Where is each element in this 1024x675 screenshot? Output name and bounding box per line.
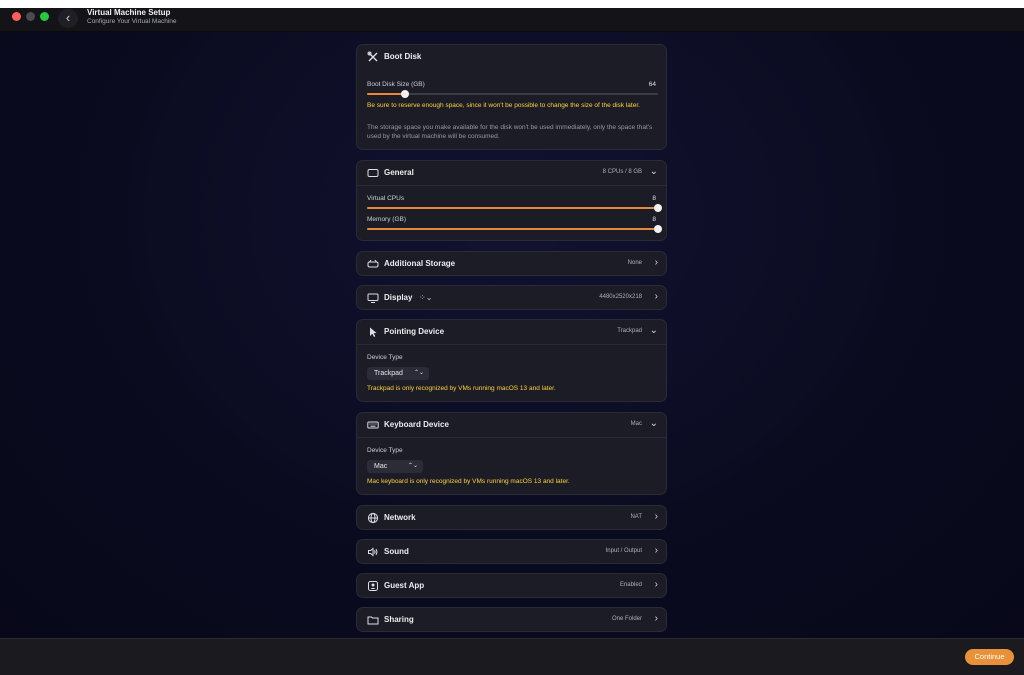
virtual-cpus-slider[interactable] xyxy=(367,204,662,212)
top-strip xyxy=(0,0,1024,8)
settings-content: Boot Disk Boot Disk Size (GB) 64 Be sure… xyxy=(0,32,1024,638)
chevron-left-icon: ‹ xyxy=(65,10,71,25)
sound-summary: Input / Output xyxy=(605,548,642,554)
sound-title: Sound xyxy=(384,547,409,556)
folder-icon xyxy=(367,614,379,626)
guest-app-header[interactable]: Guest App Enabled › xyxy=(357,574,666,598)
boot-disk-header: Boot Disk xyxy=(357,45,666,69)
keyboard-device-header[interactable]: Keyboard Device Mac ⌄ xyxy=(357,413,666,438)
memory-label: Memory (GB) xyxy=(367,216,406,223)
chevron-down-icon: ⌄ xyxy=(649,166,658,177)
virtual-cpus-value: 8 xyxy=(652,195,656,202)
chevron-down-icon: ⌄ xyxy=(649,418,658,429)
sharing-title: Sharing xyxy=(384,615,414,624)
network-summary: NAT xyxy=(630,514,642,520)
sharing-summary: One Folder xyxy=(611,616,642,622)
pointing-device-summary: Trackpad xyxy=(617,328,642,334)
additional-storage-header[interactable]: Additional Storage None › xyxy=(357,252,666,276)
guest-app-title: Guest App xyxy=(384,581,425,590)
continue-button[interactable]: Continue xyxy=(965,649,1014,665)
updown-icon: ⌃⌄ xyxy=(413,370,424,376)
keyboard-device-title: Keyboard Device xyxy=(384,420,449,429)
display-summary: 4480x2520x218 xyxy=(599,294,642,300)
boot-disk-size-slider[interactable] xyxy=(367,90,658,98)
chevron-down-icon: ⌄ xyxy=(649,325,658,336)
keyboard-device-type-select[interactable]: Mac ⌃⌄ xyxy=(367,460,423,473)
slider-knob[interactable] xyxy=(654,204,662,212)
guest-app-icon xyxy=(367,580,379,592)
pointing-device-type-select[interactable]: Trackpad ⌃⌄ xyxy=(367,367,429,380)
sound-header[interactable]: Sound Input / Output › xyxy=(357,540,666,564)
pointing-device-type-label: Device Type xyxy=(367,354,403,361)
globe-icon xyxy=(367,512,379,524)
drive-icon xyxy=(367,258,379,270)
minimize-window-button[interactable] xyxy=(26,12,35,21)
pointing-device-header[interactable]: Pointing Device Trackpad ⌄ xyxy=(357,320,666,345)
window-title: Virtual Machine Setup xyxy=(87,8,171,17)
additional-storage-title: Additional Storage xyxy=(384,259,456,268)
boot-disk-warning: Be sure to reserve enough space, since i… xyxy=(367,102,640,109)
chevron-right-icon: › xyxy=(654,613,658,624)
slider-fill xyxy=(367,93,405,95)
guest-app-card[interactable]: Guest App Enabled › xyxy=(356,573,667,598)
chevron-right-icon: › xyxy=(654,291,658,302)
network-card[interactable]: Network NAT › xyxy=(356,505,667,530)
memory-value: 8 xyxy=(652,216,656,223)
keyboard-icon xyxy=(367,419,379,431)
boot-disk-size-value: 64 xyxy=(648,81,656,88)
display-title: Display xyxy=(384,293,413,302)
tools-icon xyxy=(367,51,379,63)
boot-disk-note: The storage space you make available for… xyxy=(367,124,653,140)
footer-bar: Continue xyxy=(0,638,1024,675)
keyboard-device-card: Keyboard Device Mac ⌄ Device Type Mac ⌃⌄… xyxy=(356,412,667,495)
general-header[interactable]: General 8 CPUs / 8 GB ⌄ xyxy=(357,161,666,186)
sparkle-icon: ⁘⌄ xyxy=(419,293,433,302)
keyboard-device-type-label: Device Type xyxy=(367,447,403,454)
updown-icon: ⌃⌄ xyxy=(407,463,418,469)
back-button[interactable]: ‹ xyxy=(58,9,78,28)
close-window-button[interactable] xyxy=(12,12,21,21)
speaker-icon xyxy=(367,546,379,558)
boot-disk-size-label: Boot Disk Size (GB) xyxy=(367,81,425,88)
chevron-right-icon: › xyxy=(654,257,658,268)
display-icon xyxy=(367,292,379,304)
additional-storage-summary: None xyxy=(627,260,642,266)
boot-disk-title: Boot Disk xyxy=(384,52,422,61)
window-subtitle: Configure Your Virtual Machine xyxy=(87,18,177,25)
chevron-right-icon: › xyxy=(654,545,658,556)
network-header[interactable]: Network NAT › xyxy=(357,506,666,530)
pointing-device-card: Pointing Device Trackpad ⌄ Device Type T… xyxy=(356,319,667,402)
chevron-right-icon: › xyxy=(654,579,658,590)
boot-disk-card: Boot Disk Boot Disk Size (GB) 64 Be sure… xyxy=(356,44,667,150)
display-header[interactable]: Display ⁘⌄ 4480x2520x218 › xyxy=(357,286,666,310)
pointing-device-title: Pointing Device xyxy=(384,327,445,336)
general-title: General xyxy=(384,168,414,177)
pointer-icon xyxy=(367,326,379,338)
sharing-header[interactable]: Sharing One Folder › xyxy=(357,608,666,632)
keyboard-device-type-value: Mac xyxy=(374,463,388,470)
virtual-cpus-label: Virtual CPUs xyxy=(367,195,405,202)
slider-knob[interactable] xyxy=(654,225,662,233)
slider-fill xyxy=(367,228,658,230)
general-summary: 8 CPUs / 8 GB xyxy=(602,169,642,175)
zoom-window-button[interactable] xyxy=(40,12,49,21)
slider-fill xyxy=(367,207,658,209)
pointing-device-type-value: Trackpad xyxy=(374,370,403,377)
sound-card[interactable]: Sound Input / Output › xyxy=(356,539,667,564)
network-title: Network xyxy=(384,513,416,522)
pointing-device-warning: Trackpad is only recognized by VMs runni… xyxy=(367,385,556,392)
general-card: General 8 CPUs / 8 GB ⌄ Virtual CPUs 8 M… xyxy=(356,160,667,241)
memory-slider[interactable] xyxy=(367,225,662,233)
computer-icon xyxy=(367,167,379,179)
title-bar: ‹ Virtual Machine Setup Configure Your V… xyxy=(0,8,1024,32)
chevron-right-icon: › xyxy=(654,511,658,522)
display-card[interactable]: Display ⁘⌄ 4480x2520x218 › xyxy=(356,285,667,310)
guest-app-summary: Enabled xyxy=(619,582,642,588)
sharing-card[interactable]: Sharing One Folder › xyxy=(356,607,667,632)
keyboard-device-summary: Mac xyxy=(630,421,642,427)
slider-knob[interactable] xyxy=(400,90,409,98)
keyboard-device-warning: Mac keyboard is only recognized by VMs r… xyxy=(367,478,570,485)
additional-storage-card[interactable]: Additional Storage None › xyxy=(356,251,667,276)
